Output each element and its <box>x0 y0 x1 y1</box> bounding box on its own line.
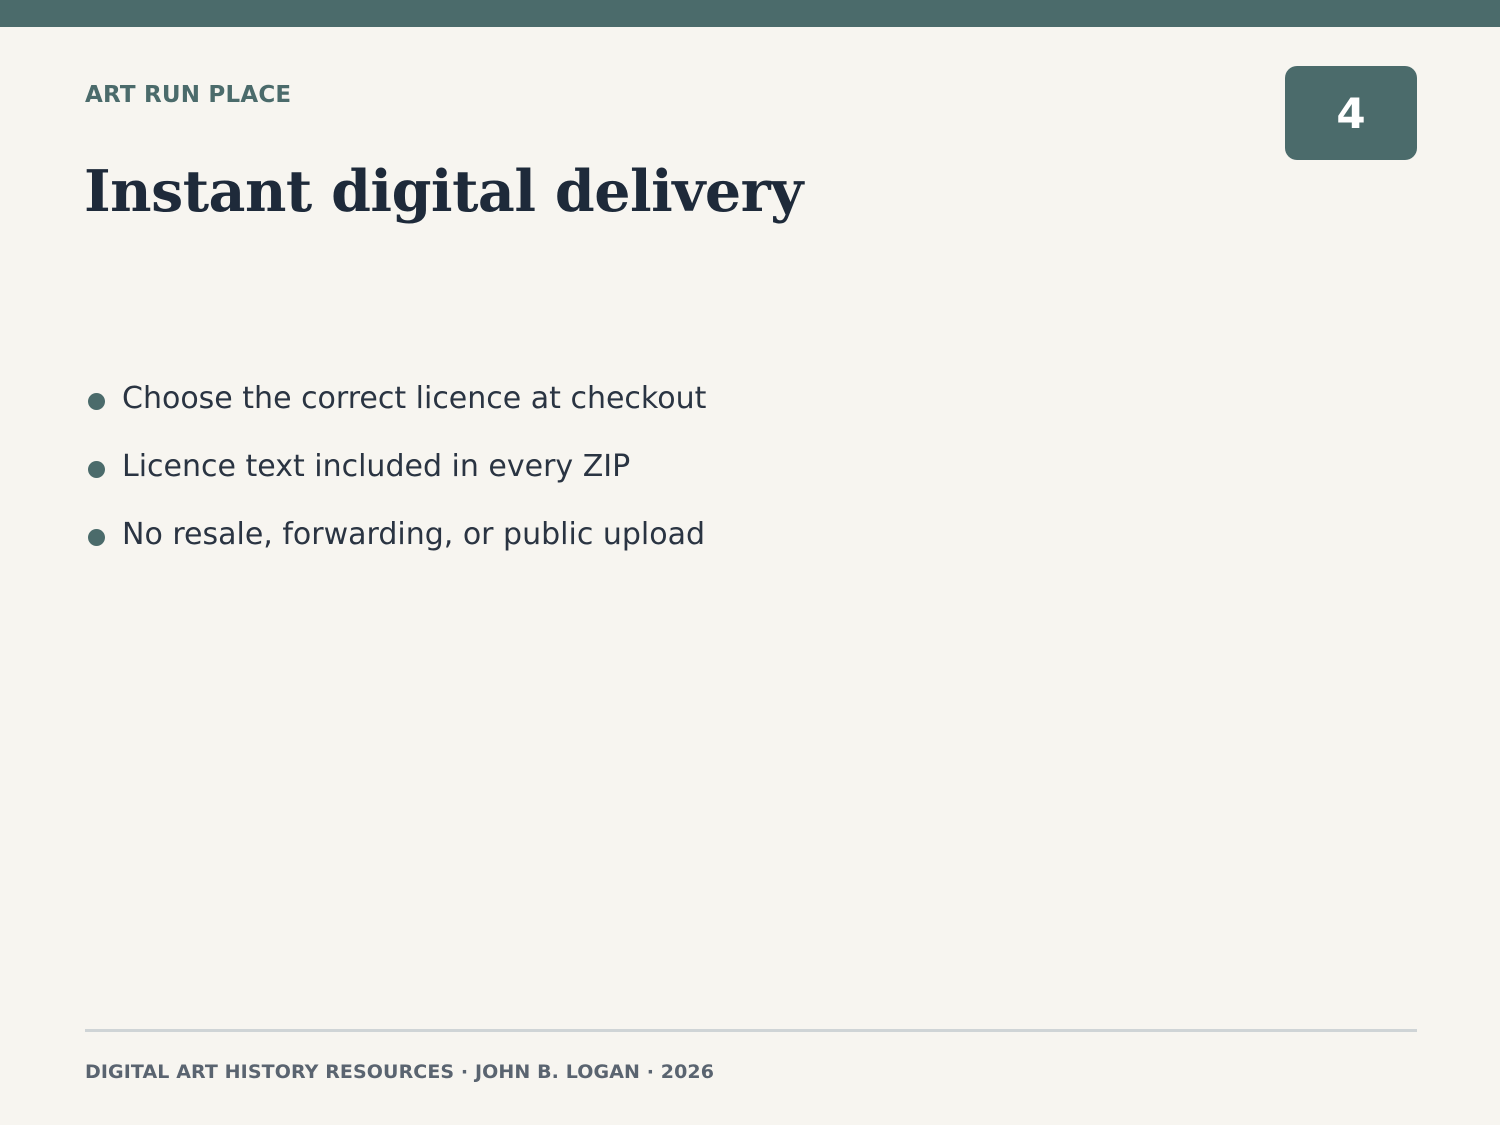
bullet-text: Licence text included in every ZIP <box>122 449 631 484</box>
slide-title: Instant digital delivery <box>84 158 803 225</box>
bullet-text: Choose the correct licence at checkout <box>122 381 707 416</box>
slide-number-badge: 4 <box>1285 66 1417 160</box>
bullet-item: No resale, forwarding, or public upload <box>88 508 706 576</box>
bullet-dot-icon <box>88 460 105 478</box>
footer-credits: DIGITAL ART HISTORY RESOURCES · JOHN B. … <box>85 1061 715 1083</box>
slide-number: 4 <box>1336 88 1366 138</box>
bullet-text: No resale, forwarding, or public upload <box>122 517 706 552</box>
footer-divider <box>85 1029 1417 1032</box>
bullet-dot-icon <box>88 392 105 410</box>
bullet-list: Choose the correct licence at checkout L… <box>88 372 706 576</box>
bullet-dot-icon <box>88 528 105 546</box>
bullet-item: Licence text included in every ZIP <box>88 440 706 508</box>
top-accent-bar <box>0 0 1500 27</box>
bullet-item: Choose the correct licence at checkout <box>88 372 706 440</box>
brand-eyebrow: ART RUN PLACE <box>85 82 292 108</box>
